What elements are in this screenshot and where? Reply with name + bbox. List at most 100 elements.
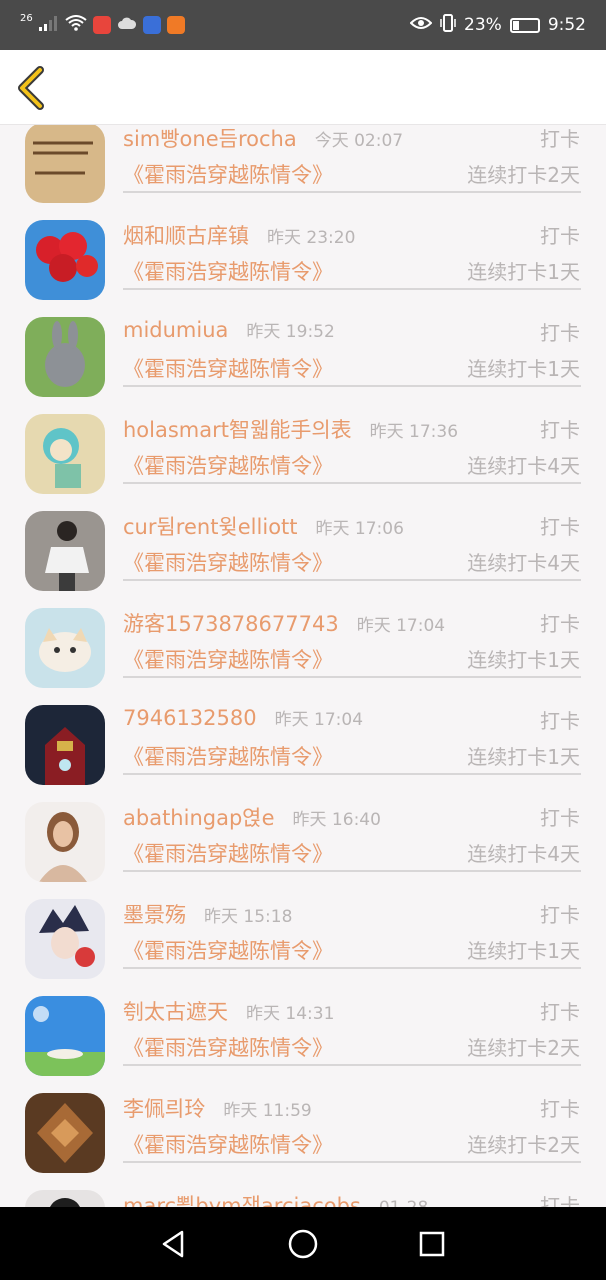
list-item[interactable]: marc뾞bym쟁arciacobs 01-28 打卡 [0, 1190, 606, 1207]
list-item[interactable]: cur뒴rent윚elliott 昨天 17:06 打卡 《霍雨浩穿越陈情令》 … [0, 511, 606, 608]
network-type: 26 [20, 13, 33, 24]
checkin-label: 打卡 [540, 127, 580, 151]
streak-count: 连续打卡2天 [467, 1133, 580, 1157]
circle-home-icon [288, 1229, 318, 1258]
divider [123, 1161, 581, 1163]
user-name[interactable]: 刳太古遮天 [123, 996, 228, 1026]
list-item[interactable]: holasmart智웳能手의表 昨天 17:36 打卡 《霍雨浩穿越陈情令》 连… [0, 414, 606, 511]
avatar[interactable] [25, 1190, 105, 1207]
avatar[interactable] [25, 317, 105, 397]
wifi-icon [65, 14, 87, 36]
video-app-icon [166, 16, 185, 34]
user-name[interactable]: cur뒴rent윚elliott [123, 511, 298, 541]
chevron-left-icon [18, 66, 44, 110]
system-nav-bar [0, 1207, 606, 1280]
avatar[interactable] [25, 125, 105, 203]
book-title[interactable]: 《霍雨浩穿越陈情令》 [123, 353, 333, 383]
checkin-label: 打卡 [540, 1194, 580, 1207]
divider [123, 773, 581, 775]
streak-count: 连续打卡1天 [467, 260, 580, 284]
streak-count: 连续打卡1天 [467, 939, 580, 963]
book-title[interactable]: 《霍雨浩穿越陈情令》 [123, 450, 333, 480]
user-name[interactable]: marc뾞bym쟁arciacobs [123, 1190, 361, 1207]
checkin-label: 打卡 [540, 1097, 580, 1121]
checkin-time: 01-28 [379, 1198, 428, 1207]
back-button[interactable] [10, 62, 60, 112]
nav-recents-button[interactable] [412, 1224, 452, 1264]
book-title[interactable]: 《霍雨浩穿越陈情令》 [123, 256, 333, 286]
checkin-label: 打卡 [540, 515, 580, 539]
checkin-time: 昨天 23:20 [267, 228, 356, 248]
cloud-icon [117, 15, 137, 35]
divider [123, 288, 581, 290]
book-title[interactable]: 《霍雨浩穿越陈情令》 [123, 1032, 333, 1062]
streak-count: 连续打卡1天 [467, 648, 580, 672]
checkin-time: 昨天 17:06 [315, 519, 404, 539]
list-item[interactable]: sim빵one듬rocha 今天 02:07 打卡 《霍雨浩穿越陈情令》 连续打… [0, 125, 606, 220]
divider [123, 482, 581, 484]
music-app-icon [142, 16, 161, 34]
weibo-icon [92, 16, 111, 34]
user-name[interactable]: midumiua [123, 318, 228, 342]
list-item[interactable]: 烟和顺古庠镇 昨天 23:20 打卡 《霍雨浩穿越陈情令》 连续打卡1天 [0, 220, 606, 317]
book-title[interactable]: 《霍雨浩穿越陈情令》 [123, 644, 333, 674]
checkin-list[interactable]: sim빵one듬rocha 今天 02:07 打卡 《霍雨浩穿越陈情令》 连续打… [0, 125, 606, 1207]
user-name[interactable]: 烟和顺古庠镇 [123, 220, 249, 250]
divider [123, 676, 581, 678]
avatar[interactable] [25, 608, 105, 688]
user-name[interactable]: 7946132580 [123, 706, 257, 730]
nav-home-button[interactable] [283, 1224, 323, 1264]
list-item[interactable]: abathingap엱e 昨天 16:40 打卡 《霍雨浩穿越陈情令》 连续打卡… [0, 802, 606, 899]
battery-icon [509, 17, 540, 33]
book-title[interactable]: 《霍雨浩穿越陈情令》 [123, 159, 333, 189]
book-title[interactable]: 《霍雨浩穿越陈情令》 [123, 1129, 333, 1159]
checkin-label: 打卡 [540, 418, 580, 442]
signal-icon [38, 15, 59, 36]
book-title[interactable]: 《霍雨浩穿越陈情令》 [123, 741, 333, 771]
battery-percent: 23% [464, 15, 502, 35]
avatar[interactable] [25, 220, 105, 300]
user-name[interactable]: sim빵one듬rocha [123, 125, 297, 153]
user-name[interactable]: 游客1573878677743 [123, 608, 339, 638]
eye-icon [409, 15, 433, 35]
avatar[interactable] [25, 414, 105, 494]
clock: 9:52 [547, 15, 586, 35]
user-name[interactable]: 墨景殇 [123, 899, 186, 929]
checkin-time: 昨天 17:04 [356, 616, 446, 636]
divider [123, 579, 581, 581]
streak-count: 连续打卡2天 [467, 163, 580, 187]
checkin-time: 昨天 17:04 [274, 710, 364, 730]
book-title[interactable]: 《霍雨浩穿越陈情令》 [123, 838, 333, 868]
streak-count: 连续打卡1天 [467, 745, 580, 769]
avatar[interactable] [25, 802, 105, 882]
checkin-time: 昨天 15:18 [204, 907, 293, 927]
avatar[interactable] [25, 1093, 105, 1173]
list-item[interactable]: 墨景殇 昨天 15:18 打卡 《霍雨浩穿越陈情令》 连续打卡1天 [0, 899, 606, 996]
book-title[interactable]: 《霍雨浩穿越陈情令》 [123, 935, 333, 965]
nav-back-button[interactable] [154, 1224, 194, 1264]
list-item[interactable]: 刳太古遮天 昨天 14:31 打卡 《霍雨浩穿越陈情令》 连续打卡2天 [0, 996, 606, 1093]
checkin-time: 昨天 17:36 [369, 422, 459, 442]
list-item[interactable]: 李佩릐玲 昨天 11:59 打卡 《霍雨浩穿越陈情令》 连续打卡2天 [0, 1093, 606, 1190]
avatar[interactable] [25, 705, 105, 785]
streak-count: 连续打卡4天 [467, 454, 580, 478]
user-name[interactable]: 李佩릐玲 [123, 1093, 205, 1123]
list-item[interactable]: 7946132580 昨天 17:04 打卡 《霍雨浩穿越陈情令》 连续打卡1天 [0, 705, 606, 802]
book-title[interactable]: 《霍雨浩穿越陈情令》 [123, 547, 333, 577]
avatar[interactable] [25, 899, 105, 979]
divider [123, 385, 581, 387]
divider [123, 967, 581, 969]
streak-count: 连续打卡2天 [467, 1036, 580, 1060]
list-item[interactable]: 游客1573878677743 昨天 17:04 打卡 《霍雨浩穿越陈情令》 连… [0, 608, 606, 705]
square-recents-icon [419, 1231, 444, 1256]
triangle-back-icon [163, 1230, 184, 1257]
checkin-label: 打卡 [540, 709, 580, 733]
avatar[interactable] [25, 996, 105, 1076]
user-name[interactable]: holasmart智웳能手의表 [123, 414, 352, 444]
user-name[interactable]: abathingap엱e [123, 802, 275, 832]
streak-count: 连续打卡4天 [467, 551, 580, 575]
checkin-label: 打卡 [540, 612, 580, 636]
avatar[interactable] [25, 511, 105, 591]
list-item[interactable]: midumiua 昨天 19:52 打卡 《霍雨浩穿越陈情令》 连续打卡1天 [0, 317, 606, 414]
checkin-label: 打卡 [540, 806, 580, 830]
